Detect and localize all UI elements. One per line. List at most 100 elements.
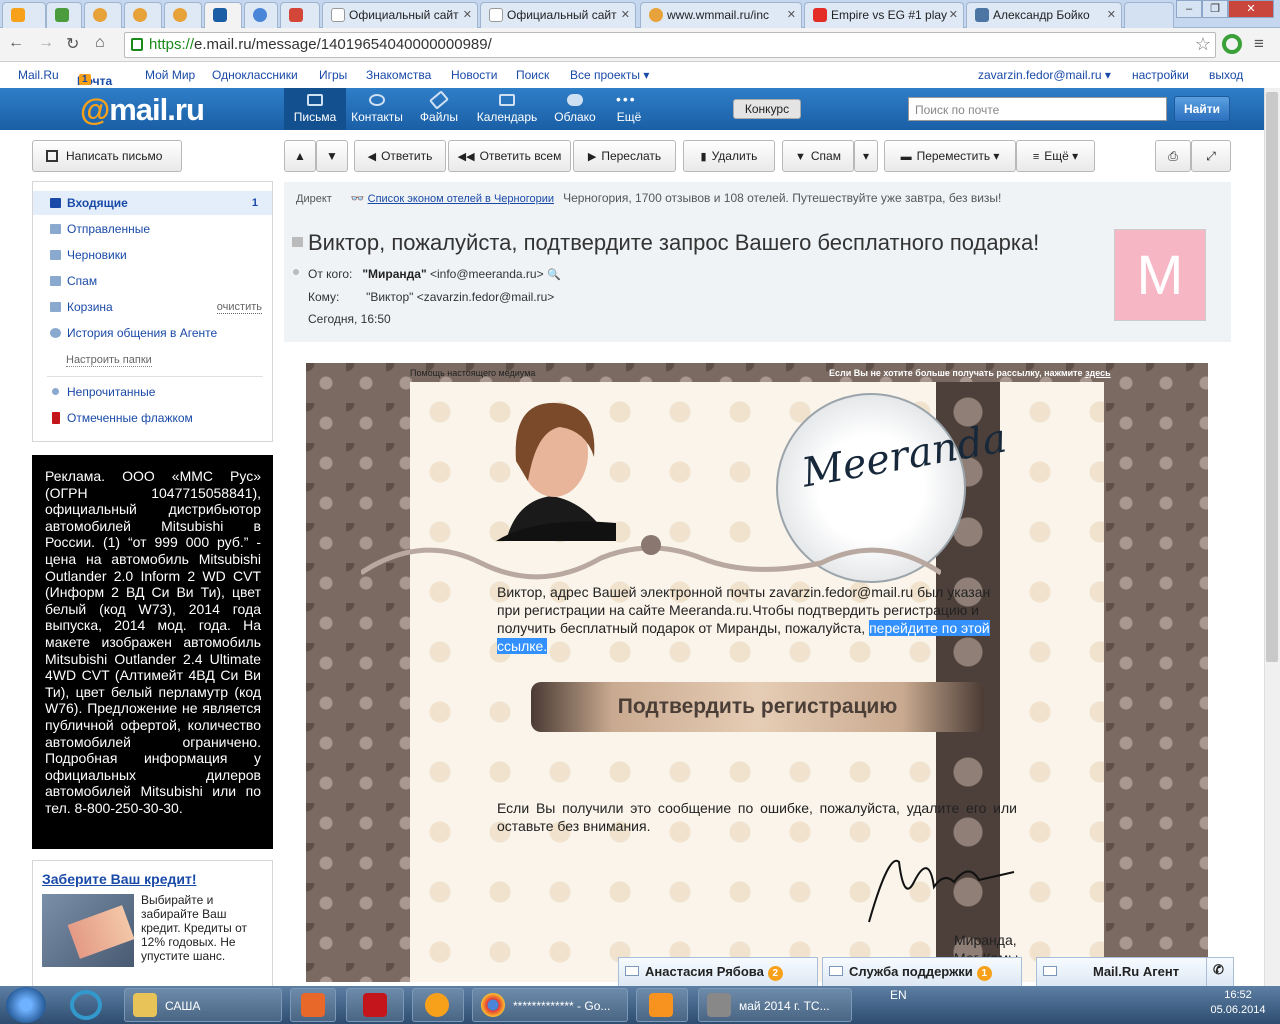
browser-tab[interactable]: Официальный сайт ✕ — [480, 2, 636, 28]
browser-tab[interactable] — [280, 2, 320, 28]
mailru-agent-button[interactable]: Mail.Ru Агент — [1036, 957, 1234, 986]
browser-tab-active[interactable] — [204, 2, 242, 28]
folder-spam[interactable]: Спам — [33, 269, 272, 293]
portal-link-moymir[interactable]: Мой Мир — [145, 68, 195, 82]
home-icon[interactable]: ⌂ — [95, 34, 105, 52]
konkurs-button[interactable]: Конкурс — [733, 99, 801, 119]
folder-trash[interactable]: Корзина очистить — [33, 295, 272, 319]
browser-tab[interactable] — [84, 2, 122, 28]
taskbar-folder[interactable]: САША — [124, 988, 282, 1022]
confirm-registration-button[interactable]: Подтвердить регистрацию — [531, 682, 984, 732]
portal-link-all-projects[interactable]: Все проекты ▾ — [570, 68, 649, 82]
mail-search-input[interactable]: Поиск по почте — [908, 97, 1167, 121]
mailru-logo[interactable]: @mail.ru — [80, 92, 205, 128]
user-account-menu[interactable]: zavarzin.fedor@mail.ru ▾ — [978, 68, 1111, 82]
nav-files[interactable]: Файлы — [408, 88, 470, 130]
move-button[interactable]: ▬ Переместить ▾ — [884, 140, 1016, 172]
minimize-icon[interactable]: ‒ — [1176, 0, 1202, 18]
agent-chat-tab[interactable]: Анастасия Рябова 2 — [618, 957, 818, 986]
reload-icon[interactable]: ↻ — [66, 34, 79, 54]
reply-button[interactable]: ◀ Ответить — [354, 140, 446, 172]
folder-sent[interactable]: Отправленные — [33, 217, 272, 241]
back-icon[interactable]: ← — [8, 34, 24, 52]
empty-trash-link[interactable]: очистить — [216, 301, 262, 314]
browser-tab[interactable]: Александр Бойко ✕ — [966, 2, 1122, 28]
credit-ad-title[interactable]: Заберите Ваш кредит! — [42, 871, 197, 887]
browser-tab[interactable]: www.wmmail.ru/inc ✕ — [640, 2, 802, 28]
logout-link[interactable]: выход — [1209, 68, 1243, 82]
recipient[interactable]: "Виктор" <zavarzin.fedor@mail.ru> — [366, 290, 554, 304]
browser-tab[interactable] — [244, 2, 278, 28]
folder-inbox[interactable]: Входящие 1 — [33, 191, 272, 215]
windows-start-button[interactable] — [6, 987, 46, 1023]
setup-folders-link[interactable]: Настроить папки — [66, 354, 152, 367]
sender-email[interactable]: <info@meeranda.ru> — [430, 267, 544, 281]
extension-icon[interactable] — [1222, 34, 1242, 54]
portal-link-dating[interactable]: Знакомства — [366, 68, 431, 82]
unsubscribe-link[interactable]: здесь — [1085, 368, 1111, 378]
close-icon[interactable]: ✕ — [787, 8, 796, 21]
scrollbar-thumb[interactable] — [1266, 92, 1278, 662]
search-icon[interactable]: 🔍 — [547, 269, 561, 281]
browser-tab[interactable] — [124, 2, 162, 28]
advertisement-block[interactable]: Реклама. ООО «ММС Рус» (ОГРН 10477150588… — [32, 455, 273, 849]
taskbar-mailru-agent[interactable] — [412, 988, 464, 1022]
more-button[interactable]: ≡ Ещё ▾ — [1016, 140, 1095, 172]
browser-tab[interactable] — [2, 2, 46, 28]
sender-name[interactable]: "Миранда" — [362, 267, 426, 281]
prev-message-button[interactable]: ▲ — [284, 140, 316, 172]
bookmark-star-icon[interactable]: ☆ — [1195, 34, 1211, 55]
phone-button[interactable]: ✆ — [1206, 957, 1234, 986]
portal-link-mailru[interactable]: Mail.Ru — [18, 68, 59, 82]
portal-link-search[interactable]: Поиск — [516, 68, 549, 82]
internet-explorer-icon[interactable] — [70, 990, 102, 1020]
close-icon[interactable]: ✕ — [463, 8, 472, 21]
filter-unread[interactable]: Непрочитанные — [33, 380, 272, 404]
nav-more[interactable]: ••• Ещё — [598, 88, 660, 130]
language-indicator[interactable]: EN — [890, 988, 907, 1002]
expand-button[interactable]: ⤢ — [1191, 140, 1231, 172]
folder-drafts[interactable]: Черновики — [33, 243, 272, 267]
taskbar-odnoklassniki[interactable] — [636, 988, 688, 1022]
spam-button[interactable]: ▼ Спам — [782, 140, 854, 172]
browser-tab[interactable]: Empire vs EG #1 play ✕ — [804, 2, 964, 28]
reply-all-button[interactable]: ◀◀ Ответить всем — [448, 140, 571, 172]
folder-agent-history[interactable]: История общения в Агенте — [33, 321, 272, 345]
forward-icon[interactable]: → — [38, 34, 54, 52]
portal-link-ok[interactable]: Одноклассники — [212, 68, 298, 82]
agent-chat-tab[interactable]: Служба поддержки 1 — [822, 957, 1022, 986]
credit-ad-image[interactable] — [42, 894, 135, 967]
direct-ad-link[interactable]: Список эконом отелей в Черногории — [368, 193, 554, 205]
taskbar-chrome[interactable]: ************* - Go... — [472, 988, 628, 1022]
browser-tab[interactable] — [164, 2, 202, 28]
settings-link[interactable]: настройки — [1132, 68, 1189, 82]
filter-flagged[interactable]: Отмеченные флажком — [33, 406, 272, 430]
close-icon[interactable]: ✕ — [949, 8, 958, 21]
nav-cloud[interactable]: Облако — [544, 88, 606, 130]
portal-link-games[interactable]: Игры — [319, 68, 347, 82]
taskbar-game[interactable]: май 2014 г. ТС... — [698, 988, 852, 1022]
menu-icon[interactable]: ≡ — [1254, 34, 1264, 54]
portal-link-news[interactable]: Новости — [451, 68, 497, 82]
print-button[interactable]: ⎙ — [1155, 140, 1191, 172]
compose-button[interactable]: Написать письмо — [32, 140, 182, 172]
maximize-icon[interactable]: ❐ — [1202, 0, 1228, 18]
close-icon[interactable]: ✕ — [1107, 8, 1116, 21]
close-window-icon[interactable]: ✕ — [1228, 0, 1274, 18]
nav-calendar[interactable]: Календарь — [472, 88, 542, 130]
flag-icon[interactable] — [292, 237, 303, 247]
read-status-icon[interactable] — [293, 269, 299, 275]
browser-tab[interactable]: Официальный сайт ✕ — [322, 2, 478, 28]
forward-button[interactable]: ▶ Переслать — [573, 140, 676, 172]
search-button[interactable]: Найти — [1174, 96, 1230, 122]
taskbar-zynga[interactable] — [346, 988, 404, 1022]
spam-dropdown-button[interactable]: ▾ — [854, 140, 878, 172]
taskbar-media[interactable] — [290, 988, 336, 1022]
nav-contacts[interactable]: Контакты — [346, 88, 408, 130]
browser-tab[interactable] — [46, 2, 82, 28]
close-icon[interactable]: ✕ — [621, 8, 630, 21]
nav-letters[interactable]: Письма — [284, 88, 346, 130]
url-field[interactable]: https://e.mail.ru/message/14019654040000… — [124, 32, 1216, 58]
new-tab-button[interactable] — [1124, 2, 1174, 28]
delete-button[interactable]: ▮ Удалить — [683, 140, 775, 172]
